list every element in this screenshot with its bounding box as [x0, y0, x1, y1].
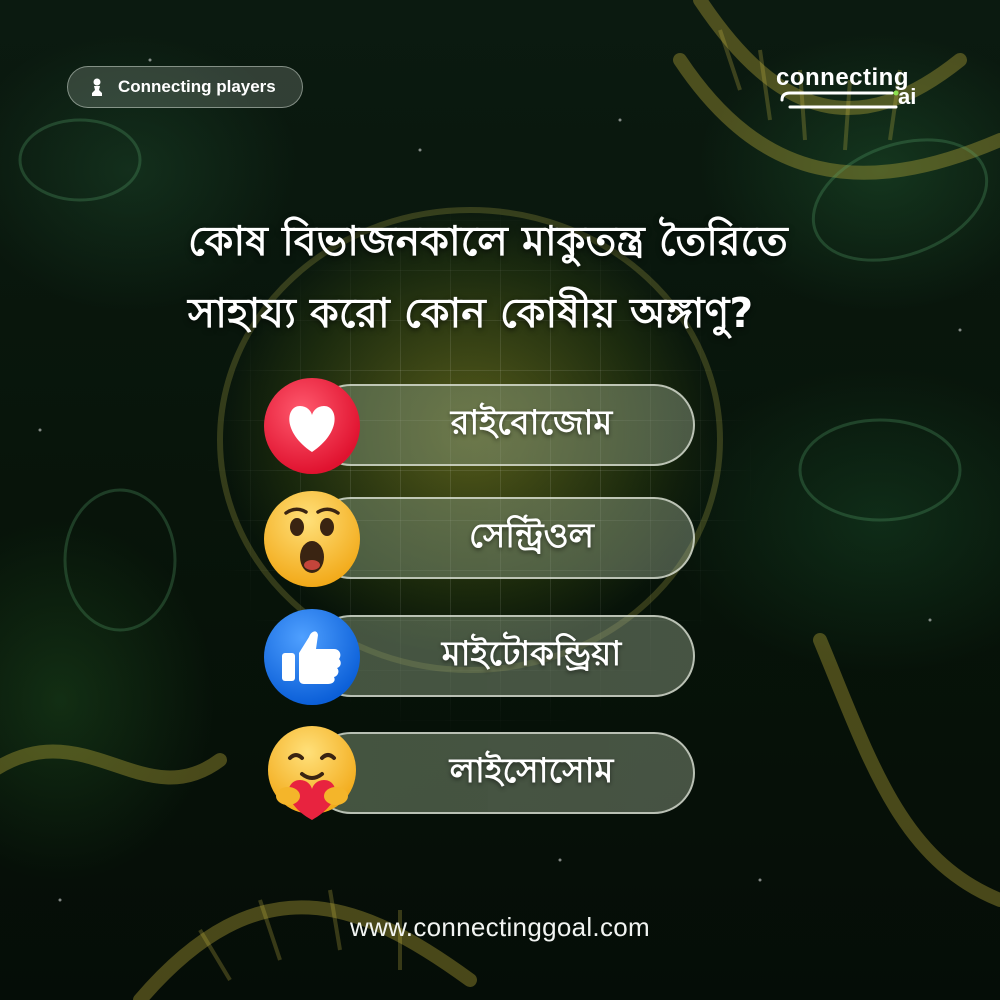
chess-pawn-icon: [88, 77, 108, 97]
answer-label: রাইবোজোম: [450, 402, 613, 443]
answer-pill[interactable]: লাইসোসোম: [310, 732, 695, 814]
question-line-1: কোষ বিভাজনকালে মাকুতন্ত্র তৈরিতে: [188, 217, 788, 265]
connecting-ai-logo: connecting ai: [770, 64, 935, 114]
answer-option-1[interactable]: রাইবোজোম: [262, 376, 696, 474]
answer-pill[interactable]: সেন্ট্রিওল: [310, 497, 695, 579]
answer-label: মাইটোকন্ড্রিয়া: [441, 633, 622, 674]
answer-pill[interactable]: মাইটোকন্ড্রিয়া: [310, 615, 695, 697]
website-url[interactable]: www.connectinggoal.com: [0, 912, 1000, 943]
answer-pill[interactable]: রাইবোজোম: [310, 384, 695, 466]
answer-label: লাইসোসোম: [449, 750, 614, 791]
answer-label: সেন্ট্রিওল: [469, 515, 594, 556]
answer-option-2[interactable]: সেন্ট্রিওল: [262, 489, 696, 587]
post-canvas: Connecting players connecting ai কোষ বিভ…: [0, 0, 1000, 1000]
logo-wordmark-bottom: ai: [898, 84, 917, 109]
logo-wordmark-top: connecting: [776, 64, 910, 91]
heart-reaction-icon[interactable]: [262, 376, 362, 476]
answer-option-4[interactable]: লাইসোসোম: [262, 724, 696, 820]
like-reaction-icon[interactable]: [262, 607, 362, 707]
care-reaction-icon[interactable]: [262, 724, 362, 824]
question-line-2: সাহায্য করো কোন কোষীয় অঙ্গাণু?: [188, 289, 754, 337]
answer-option-3[interactable]: মাইটোকন্ড্রিয়া: [262, 607, 696, 705]
connecting-players-badge: Connecting players: [67, 66, 303, 108]
logo-swoosh-icon: [780, 90, 899, 109]
badge-label: Connecting players: [118, 77, 276, 96]
wow-reaction-icon[interactable]: [262, 489, 362, 589]
quiz-question: কোষ বিভাজনকালে মাকুতন্ত্র তৈরিতে সাহায্য…: [188, 205, 908, 349]
